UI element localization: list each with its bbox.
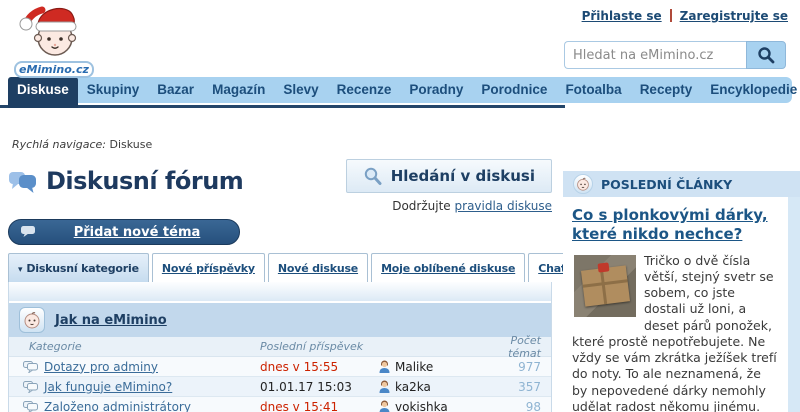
- sidebar-title: POSLEDNÍ ČLÁNKY: [601, 177, 732, 192]
- chat-bubble-icon: [21, 226, 35, 238]
- column-last-post: Poslední příspěvek: [260, 340, 378, 353]
- topic-count: 98: [496, 400, 551, 412]
- topic-bubble-icon: [23, 381, 38, 393]
- auth-links: Přihlaste se Zaregistrujte se: [582, 9, 788, 23]
- article-title-link[interactable]: Co s plonkovými dárky, které nikdo nechc…: [572, 206, 780, 244]
- search-button[interactable]: [746, 41, 786, 69]
- tab-moje-obl-ben-diskuse[interactable]: Moje oblíbené diskuse: [371, 253, 525, 282]
- table-row: Dotazy pro adminy dnes v 15:55 Malike 977: [9, 357, 551, 377]
- nav-item-slevy[interactable]: Slevy: [274, 77, 327, 103]
- category-link[interactable]: Založeno administrátory: [44, 400, 191, 412]
- page-title: Diskusní fórum: [46, 167, 243, 195]
- discussion-rules: Dodržujte pravidla diskuse: [346, 199, 552, 213]
- tab-label: Diskusní kategorie: [26, 262, 139, 275]
- sidebar-header: POSLEDNÍ ČLÁNKY: [563, 171, 800, 197]
- baby-icon: [19, 307, 45, 333]
- table-column-headers: Kategorie Poslední příspěvek Počet témat: [9, 337, 551, 357]
- search-icon: [363, 166, 383, 186]
- triangle-down-icon: ▾: [18, 265, 22, 275]
- topic-bubble-icon: [23, 401, 38, 412]
- site-header: eMimino.cz Přihlaste se Zaregistrujte se: [0, 0, 800, 77]
- nav-item-magaz-n[interactable]: Magazín: [203, 77, 274, 103]
- breadcrumb-prefix: Rychlá navigace:: [12, 138, 106, 151]
- nav-item-fotoalba[interactable]: Fotoalba: [556, 77, 630, 103]
- discussion-search-button[interactable]: Hledání v diskusi: [346, 159, 552, 193]
- last-post-user[interactable]: ka2ka: [395, 380, 431, 394]
- user-avatar-icon: [378, 360, 391, 373]
- last-post-user[interactable]: Malike: [395, 360, 433, 374]
- baby-icon: [573, 174, 593, 194]
- rules-link[interactable]: pravidla diskuse: [455, 199, 552, 213]
- discussion-tabs: ▾ Diskusní kategorie Nové příspěvky Nové di…: [8, 253, 552, 282]
- logo-text: eMimino.cz: [14, 61, 94, 78]
- nav-item-diskuse[interactable]: Diskuse: [8, 77, 78, 108]
- nav-item-recepty[interactable]: Recepty: [631, 77, 702, 103]
- table-row: Založeno administrátory dnes v 15:41 vokis…: [9, 397, 551, 412]
- user-avatar-icon: [378, 380, 391, 393]
- topic-count: 357: [496, 380, 551, 394]
- category-link[interactable]: Dotazy pro adminy: [44, 360, 158, 374]
- search-icon: [757, 46, 775, 64]
- add-topic-button[interactable]: Přidat nové téma: [8, 219, 240, 245]
- article-thumbnail-image[interactable]: [574, 255, 636, 317]
- last-post-time: dnes v 15:55: [260, 360, 378, 374]
- nav-item-porodnice[interactable]: Porodnice: [472, 77, 556, 103]
- nav-underline: [0, 105, 565, 108]
- tab-label: Chat: [538, 262, 566, 275]
- column-category: Kategorie: [9, 340, 260, 353]
- sidebar-latest-articles: POSLEDNÍ ČLÁNKY Co s plonkovými dárky, k…: [563, 171, 800, 412]
- forum-panel: Jak na eMimino Kategorie Poslední příspě…: [8, 282, 552, 412]
- sidebar-body: Co s plonkovými dárky, které nikdo nechc…: [563, 197, 788, 412]
- main-column: Diskusní fórum Hledání v diskusi Dodržuj…: [0, 159, 552, 412]
- tab-label: Nové příspěvky: [162, 262, 255, 275]
- nav-item-recenze[interactable]: Recenze: [328, 77, 401, 103]
- site-logo[interactable]: eMimino.cz: [14, 2, 92, 78]
- discussion-search-label: Hledání v diskusi: [391, 167, 535, 185]
- column-topic-count: Počet témat: [496, 334, 551, 360]
- site-search: [564, 41, 786, 69]
- add-topic-label: Přidat nové téma: [35, 225, 239, 240]
- last-post-time: dnes v 15:41: [260, 400, 378, 412]
- register-link[interactable]: Zaregistrujte se: [680, 9, 788, 23]
- nav-item-encyklopedie[interactable]: Encyklopedie: [701, 77, 800, 103]
- nav-item-bazar[interactable]: Bazar: [148, 77, 203, 103]
- topic-bubble-icon: [23, 361, 38, 373]
- tab-nov-diskuse[interactable]: Nové diskuse: [268, 253, 368, 282]
- tab-label: Nové diskuse: [278, 262, 358, 275]
- nav-item-skupiny[interactable]: Skupiny: [78, 77, 149, 103]
- topic-count: 977: [496, 360, 551, 374]
- forum-table: Dotazy pro adminy dnes v 15:55 Malike 977 Ja…: [9, 357, 551, 412]
- search-input[interactable]: [564, 41, 746, 69]
- table-row: Jak funguje eMimino? 01.01.17 15:03 ka2ka 3…: [9, 377, 551, 397]
- tab-diskusn-kategorie[interactable]: ▾ Diskusní kategorie: [8, 253, 149, 282]
- breadcrumb: Rychlá navigace: Diskuse: [12, 138, 800, 151]
- tab-nov-p-sp-vky[interactable]: Nové příspěvky: [152, 253, 265, 282]
- login-link[interactable]: Přihlaste se: [582, 9, 662, 23]
- last-post-time: 01.01.17 15:03: [260, 380, 378, 394]
- chat-bubbles-icon: [8, 168, 38, 194]
- rules-text: Dodržujte: [392, 199, 450, 213]
- forum-section-link[interactable]: Jak na eMimino: [55, 313, 167, 328]
- nav-item-poradny[interactable]: Poradny: [400, 77, 472, 103]
- logo-baby-santa-icon: [14, 2, 92, 58]
- last-post-user[interactable]: vokishka: [395, 400, 448, 412]
- forum-section-header: Jak na eMimino: [9, 303, 551, 337]
- tab-label: Moje oblíbené diskuse: [381, 262, 515, 275]
- auth-divider: [670, 9, 672, 22]
- panel-gradient: [9, 282, 551, 303]
- user-avatar-icon: [378, 400, 391, 412]
- category-link[interactable]: Jak funguje eMimino?: [44, 380, 172, 394]
- breadcrumb-current[interactable]: Diskuse: [110, 138, 153, 151]
- main-nav: DiskuseSkupinyBazarMagazínSlevyRecenzePo…: [0, 77, 800, 108]
